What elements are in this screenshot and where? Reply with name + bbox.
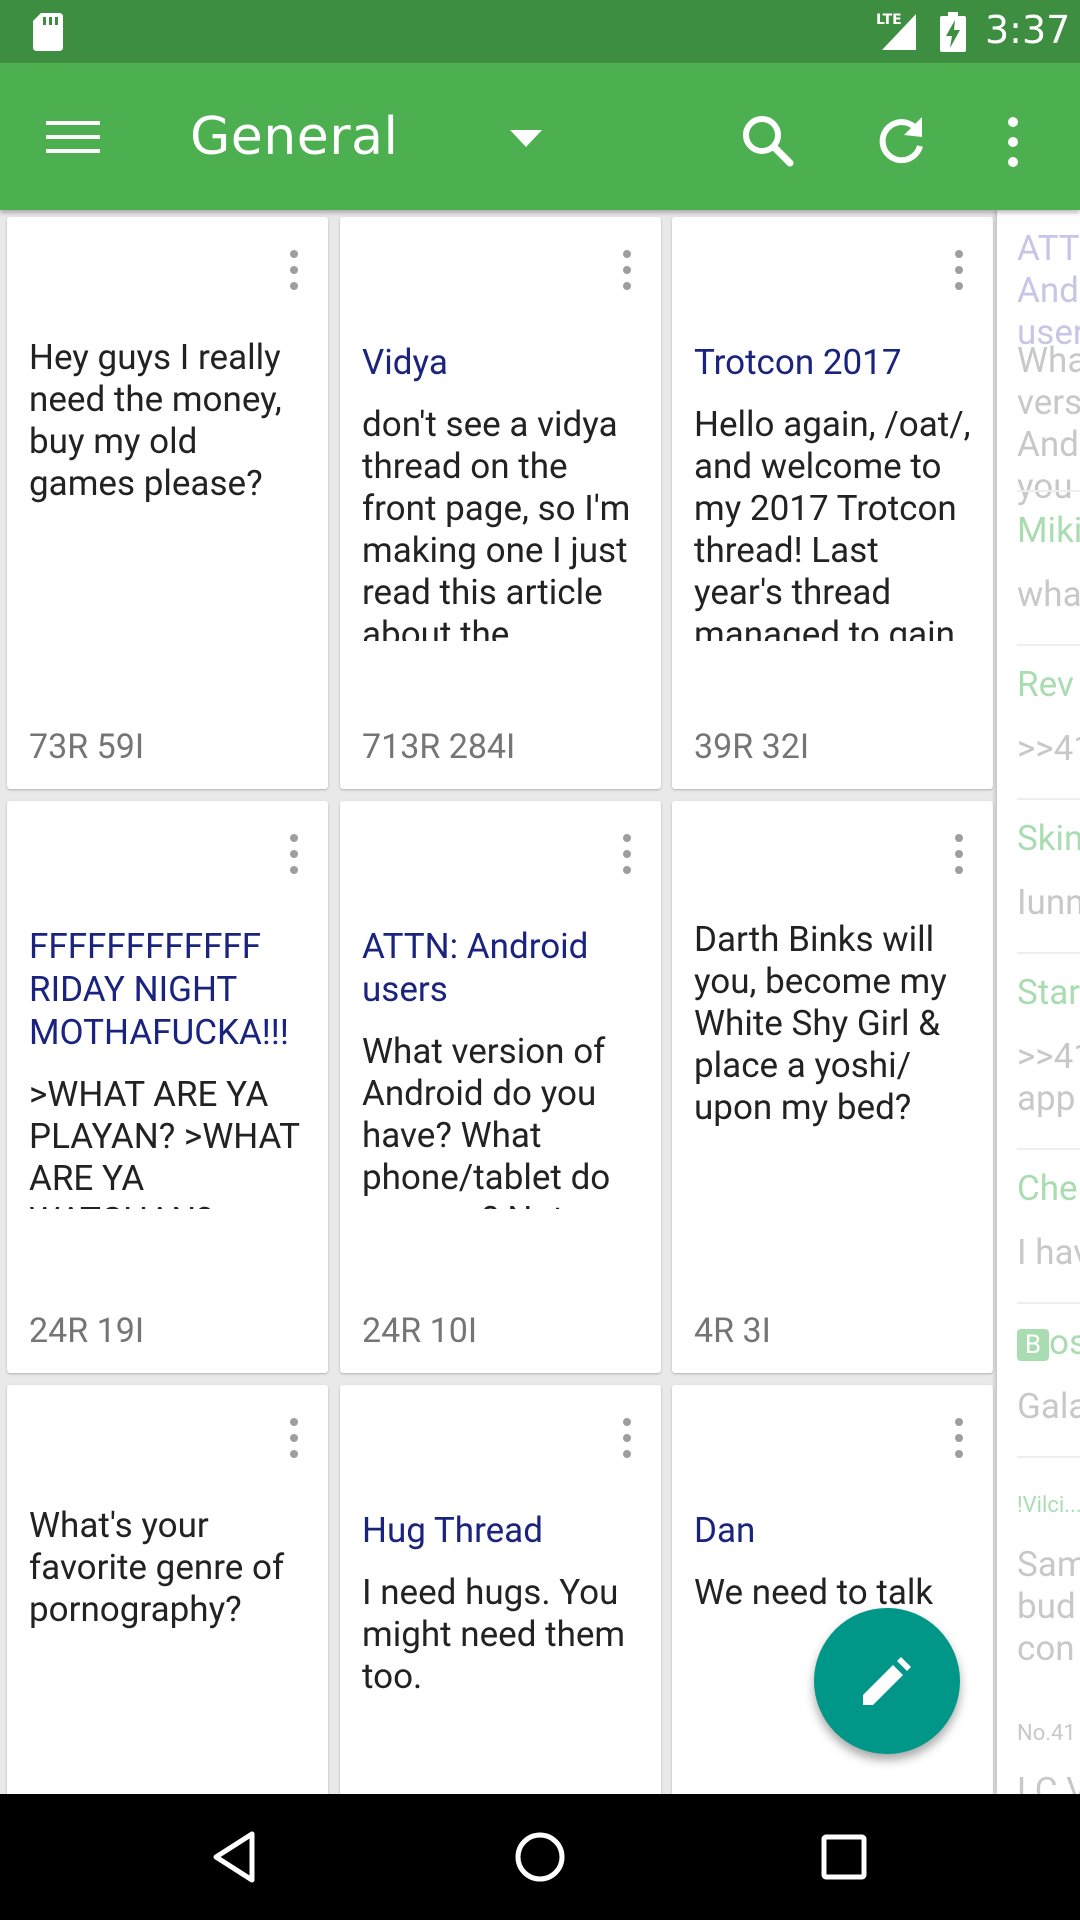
card-more-vert-icon[interactable] — [613, 831, 641, 877]
thread-card[interactable]: Vidya don't see a vidya thread on the fr… — [340, 217, 661, 789]
drawer-item-body: Iunn — [1017, 882, 1080, 923]
drawer-divider — [1017, 952, 1080, 954]
drawer-item-title: Miki — [1017, 510, 1080, 551]
drawer-item[interactable]: Rev >>41 — [1017, 664, 1080, 770]
drawer-item-title: ATTN: Android users Star — [1017, 228, 1080, 353]
thread-card[interactable]: Trotcon 2017 Hello again, /oat/, and wel… — [672, 217, 993, 789]
dropdown-arrow-icon[interactable] — [500, 115, 560, 165]
thread-card[interactable]: Hey guys I really need the money, buy my… — [7, 217, 328, 789]
thread-title: Trotcon 2017 — [694, 342, 902, 383]
battery-charging-icon — [940, 12, 966, 52]
card-more-vert-icon[interactable] — [945, 1415, 973, 1461]
search-icon[interactable] — [734, 107, 804, 177]
thread-body: Hey guys I really need the money, buy my… — [29, 337, 282, 504]
drawer-item-body: Gala — [1017, 1386, 1080, 1427]
drawer-item-author: !Vilci... — [1017, 1493, 1080, 1518]
thread-title: ATTN: Android users — [362, 926, 589, 1010]
drawer-item[interactable]: Miki wha — [1017, 510, 1080, 616]
thread-card[interactable]: FFFFFFFFFFFF RIDAY NIGHT MOTHAFUCKA!!! >… — [7, 801, 328, 1373]
thread-stats: 24R 19I — [29, 1311, 145, 1351]
drawer-divider — [1017, 1148, 1080, 1150]
thread-stats: 73R 59I — [29, 727, 145, 767]
thread-stats: 4R 3I — [694, 1311, 771, 1351]
refresh-icon[interactable] — [866, 107, 936, 177]
drawer-item-title: os — [1049, 1322, 1080, 1363]
status-bar: LTE 3:37 — [0, 0, 1080, 63]
thread-card[interactable]: Darth Binks will you, become my White Sh… — [672, 801, 993, 1373]
thread-body: don't see a vidya thread on the front pa… — [362, 404, 631, 641]
drawer-item-body: I hav — [1017, 1232, 1080, 1273]
card-more-vert-icon[interactable] — [945, 247, 973, 293]
drawer-divider — [1017, 798, 1080, 800]
menu-button[interactable] — [30, 101, 114, 173]
app-toolbar: General — [0, 63, 1080, 210]
compose-fab[interactable] — [814, 1608, 960, 1754]
drawer-item-title: Skin — [1017, 818, 1080, 859]
drawer-item-body: >>41 — [1017, 728, 1080, 769]
thread-title: Vidya — [362, 342, 448, 383]
drawer-item[interactable]: Skin Iunn — [1017, 818, 1080, 924]
system-nav-bar — [0, 1794, 1080, 1920]
drawer-divider — [1017, 1302, 1080, 1304]
drawer-item-body: wha — [1017, 574, 1080, 615]
thread-title: Dan — [694, 1510, 756, 1551]
more-vert-icon[interactable] — [990, 107, 1036, 177]
drawer-item-title: Rev — [1017, 664, 1074, 705]
board-badge: B — [1017, 1328, 1049, 1361]
card-more-vert-icon[interactable] — [613, 1415, 641, 1461]
thread-body: What version of Android do you have? Wha… — [362, 1031, 611, 1209]
thread-title: FFFFFFFFFFFF RIDAY NIGHT MOTHAFUCKA!!! — [29, 926, 289, 1053]
drawer-divider — [1017, 644, 1080, 646]
app-root: LTE 3:37 General Hey guys I really need … — [0, 0, 1080, 1920]
edit-pencil-icon — [863, 1657, 911, 1705]
home-icon[interactable] — [500, 1822, 580, 1892]
signal-icon — [882, 14, 916, 50]
card-more-vert-icon[interactable] — [280, 1415, 308, 1461]
drawer-item-title: Che — [1017, 1168, 1078, 1209]
drawer-item[interactable]: Star >>41 app — [1017, 972, 1080, 1120]
thread-stats: 713R 284I — [362, 727, 516, 767]
thread-card[interactable]: ATTN: Android users What version of Andr… — [340, 801, 661, 1373]
sd-card-icon — [33, 13, 63, 51]
thread-stats: 24R 10I — [362, 1311, 478, 1351]
card-more-vert-icon[interactable] — [945, 831, 973, 877]
thread-body: What's your favorite genre of pornograph… — [29, 1505, 285, 1630]
drawer-item-title: Star — [1017, 972, 1080, 1013]
card-more-vert-icon[interactable] — [280, 247, 308, 293]
drawer-item[interactable]: No.41 LC V — [1017, 1720, 1080, 1794]
drawer-item-body: LC V — [1017, 1770, 1080, 1794]
drawer-item-body: Sam bud con — [1017, 1544, 1080, 1669]
drawer-item-number: No.41 — [1017, 1721, 1076, 1746]
recents-icon[interactable] — [804, 1822, 884, 1892]
card-more-vert-icon[interactable] — [613, 247, 641, 293]
thread-body: Hello again, /oat/, and welcome to my 20… — [694, 404, 971, 641]
thread-grid: Hey guys I really need the money, buy my… — [0, 210, 995, 1920]
thread-body: >WHAT ARE YA PLAYAN? >WHAT ARE YA WATCHA… — [29, 1074, 300, 1209]
thread-title: Hug Thread — [362, 1510, 543, 1551]
drawer-divider — [1017, 490, 1080, 492]
drawer-item-body: >>41 app — [1017, 1036, 1080, 1119]
card-more-vert-icon[interactable] — [280, 831, 308, 877]
thread-stats: 39R 32I — [694, 727, 810, 767]
drawer-divider — [1017, 1456, 1080, 1458]
side-drawer: ATTN: Android users Star What version of… — [997, 210, 1080, 1794]
menu-icon — [46, 121, 100, 153]
thread-body: Darth Binks will you, become my White Sh… — [694, 919, 947, 1128]
thread-body: We need to talk — [694, 1572, 934, 1613]
drawer-item[interactable]: !Vilci... Sam bud con — [1017, 1492, 1080, 1670]
drawer-item[interactable]: ATTN: Android users Star — [1017, 228, 1080, 354]
drawer-item[interactable]: Che I hav — [1017, 1168, 1080, 1274]
board-title[interactable]: General — [190, 107, 398, 167]
drawer-item[interactable]: Bos Gala — [1017, 1322, 1080, 1428]
clock: 3:37 — [985, 8, 1071, 52]
thread-body: I need hugs. You might need them too. — [362, 1572, 626, 1697]
back-icon[interactable] — [196, 1822, 276, 1892]
drawer-item-body: What version of Android do you Pon — [1017, 340, 1080, 507]
